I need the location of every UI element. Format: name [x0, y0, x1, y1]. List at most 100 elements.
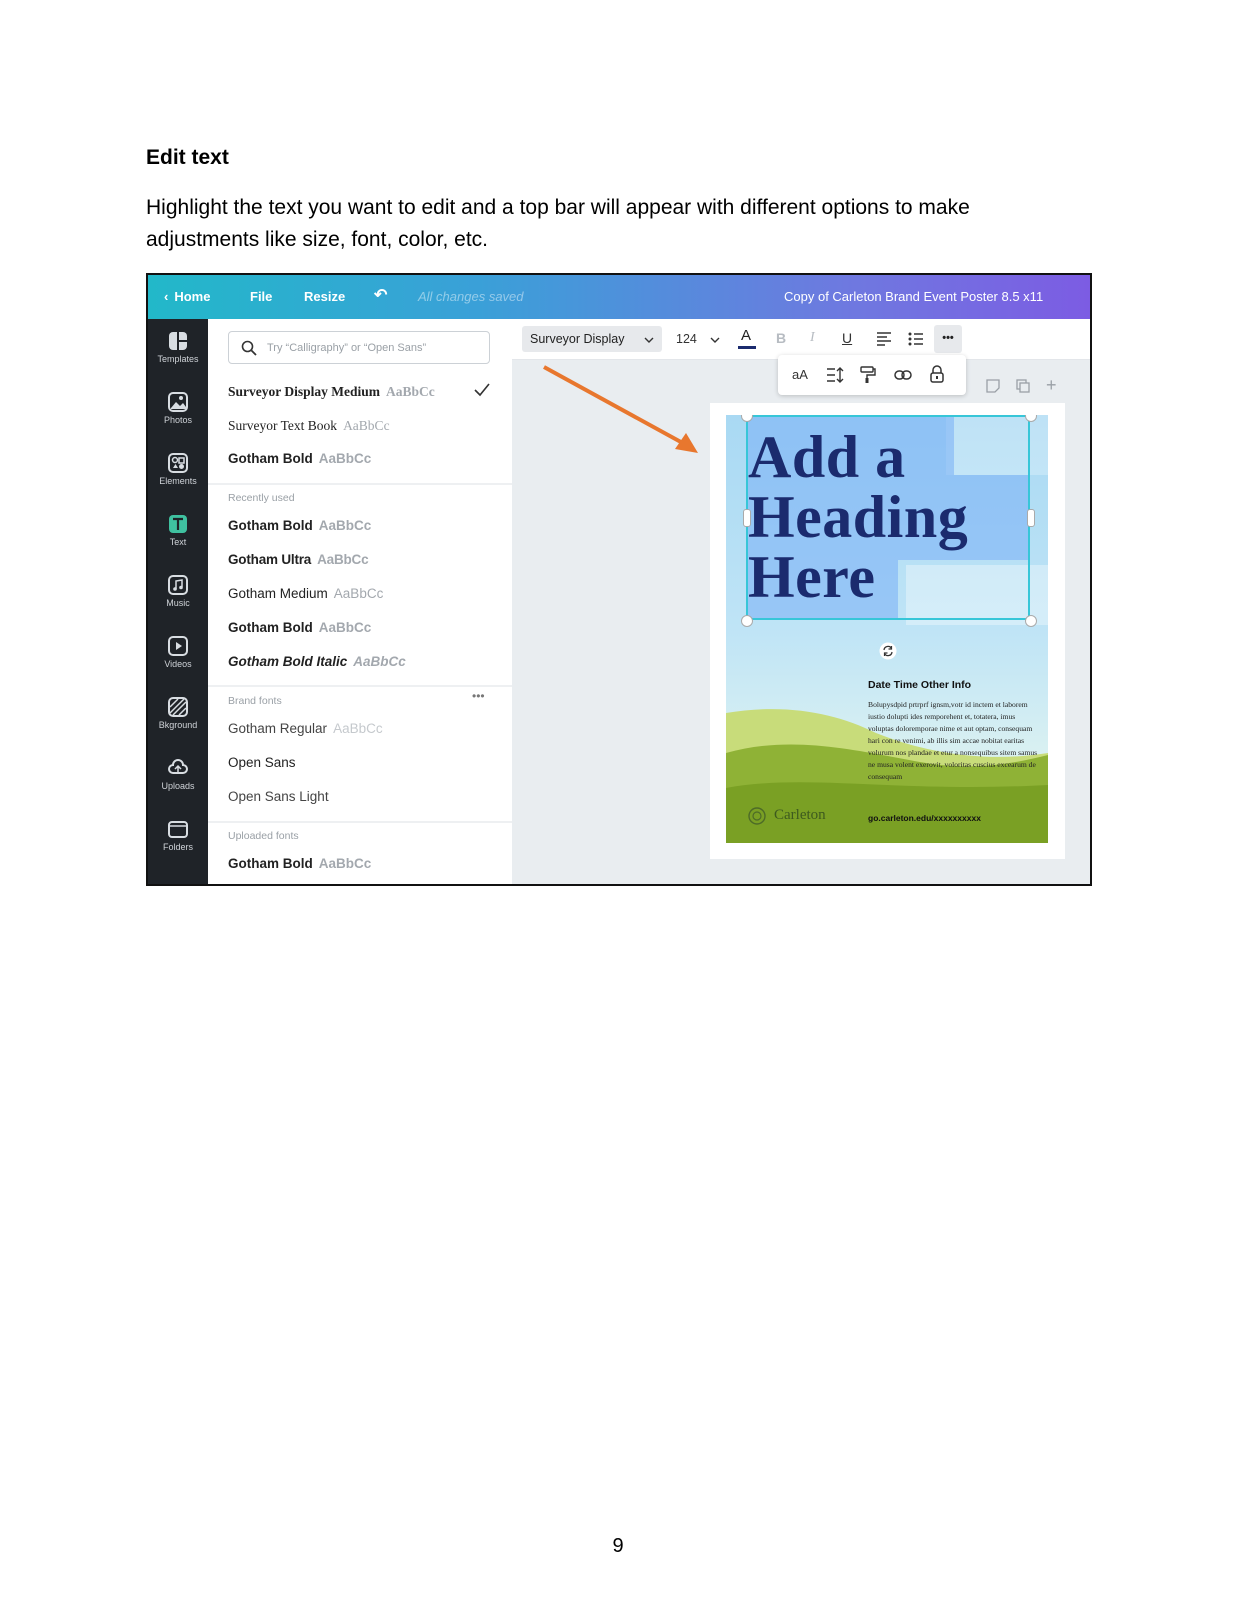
- align-left-icon[interactable]: [876, 332, 892, 346]
- nav-music[interactable]: Music: [148, 575, 208, 608]
- nav-photos[interactable]: Photos: [148, 392, 208, 425]
- side-nav: Templates Photos Elements Text Music Vid…: [148, 319, 208, 884]
- rotate-icon[interactable]: [879, 642, 897, 660]
- font-search-input[interactable]: Try “Calligraphy” or “Open Sans”: [228, 331, 490, 364]
- note-icon[interactable]: [986, 379, 1000, 393]
- nav-label: Bkground: [158, 720, 198, 730]
- file-menu[interactable]: File: [250, 289, 272, 304]
- font-name: Gotham Bold: [228, 856, 313, 871]
- font-item[interactable]: Gotham Bold AaBbCc: [228, 518, 371, 533]
- poster-url[interactable]: go.carleton.edu/xxxxxxxxxx: [868, 813, 981, 823]
- chevron-down-icon: [644, 337, 654, 343]
- text-icon: [169, 515, 187, 533]
- font-sample: AaBbCc: [318, 856, 372, 871]
- side-handle[interactable]: [743, 509, 751, 527]
- font-item[interactable]: Surveyor Display Medium AaBbCc: [228, 384, 435, 400]
- font-name: Surveyor Text Book: [228, 418, 338, 433]
- link-icon[interactable]: [894, 369, 912, 381]
- side-handle[interactable]: [1027, 509, 1035, 527]
- page-number: 9: [612, 1535, 624, 1557]
- carleton-logo-text: Carleton: [774, 807, 826, 823]
- font-item[interactable]: Gotham Regular AaBbCc: [228, 721, 383, 736]
- doc-heading: Edit text: [146, 146, 229, 169]
- recently-used-heading: Recently used: [228, 492, 295, 504]
- chevron-down-icon: [710, 337, 720, 343]
- more-options-icon[interactable]: •••: [472, 689, 485, 703]
- body-copy[interactable]: Bolupysdpid prtrprf ignsm,votr id inctem…: [868, 699, 1038, 783]
- font-name: Gotham Bold: [228, 451, 313, 466]
- poster-page: Add a Heading Here Date Time Other Info …: [710, 403, 1065, 859]
- font-item[interactable]: Surveyor Text Book AaBbCc: [228, 418, 390, 434]
- font-sample: AaBbCc: [333, 721, 383, 736]
- doc-paragraph: Highlight the text you want to edit and …: [146, 196, 970, 251]
- bold-button[interactable]: B: [776, 330, 786, 346]
- underline-button[interactable]: U: [842, 330, 852, 346]
- carleton-seal-icon: [748, 807, 766, 825]
- checkmark-icon: [474, 383, 490, 397]
- divider: [208, 483, 512, 485]
- font-sample: AaBbCc: [333, 586, 384, 601]
- document-title[interactable]: Copy of Carleton Brand Event Poster 8.5 …: [784, 289, 1043, 304]
- nav-elements[interactable]: Elements: [148, 453, 208, 486]
- background-icon: [168, 697, 188, 717]
- date-time-text[interactable]: Date Time Other Info: [868, 679, 971, 691]
- divider: [208, 685, 512, 687]
- font-name: Open Sans: [228, 755, 296, 770]
- add-page-icon[interactable]: +: [1046, 375, 1057, 396]
- videos-icon: [168, 636, 188, 656]
- resize-button[interactable]: Resize: [304, 289, 345, 304]
- text-color-icon: A: [741, 327, 752, 344]
- resize-handle[interactable]: [741, 615, 753, 627]
- text-selection-box[interactable]: [746, 415, 1030, 620]
- duplicate-icon[interactable]: [1016, 379, 1030, 393]
- nav-label: Videos: [164, 659, 192, 669]
- font-item[interactable]: Open Sans: [228, 755, 296, 770]
- list-icon[interactable]: [908, 332, 924, 346]
- nav-videos[interactable]: Videos: [148, 636, 208, 669]
- music-icon: [168, 575, 188, 595]
- more-button[interactable]: •••: [934, 325, 962, 353]
- text-case-button[interactable]: aA: [792, 367, 808, 382]
- nav-uploads[interactable]: Uploads: [148, 758, 208, 791]
- spacing-icon[interactable]: [826, 367, 844, 383]
- folders-icon: [168, 821, 188, 838]
- font-item[interactable]: Gotham Medium AaBbCc: [228, 586, 383, 601]
- search-icon: [241, 340, 257, 356]
- resize-handle[interactable]: [1025, 615, 1037, 627]
- chevron-left-icon: ‹: [164, 289, 169, 304]
- nav-background[interactable]: Bkground: [148, 697, 208, 730]
- nav-label: Uploads: [161, 781, 195, 791]
- font-name: Open Sans Light: [228, 789, 329, 804]
- uploads-icon: [168, 759, 188, 774]
- text-toolbar: Surveyor Display 124 A B I U •••: [512, 319, 1090, 360]
- font-item[interactable]: Gotham Bold AaBbCc: [228, 856, 371, 871]
- nav-label: Text: [169, 537, 187, 547]
- photos-icon: [168, 392, 188, 412]
- paint-roller-icon[interactable]: [860, 366, 876, 384]
- nav-templates[interactable]: Templates: [148, 331, 208, 364]
- uploaded-fonts-heading: Uploaded fonts: [228, 830, 299, 842]
- italic-button[interactable]: I: [810, 330, 815, 346]
- nav-label: Elements: [159, 476, 197, 486]
- font-item[interactable]: Gotham Ultra AaBbCc: [228, 552, 369, 567]
- lock-icon[interactable]: [930, 365, 944, 383]
- home-button[interactable]: ‹ Home: [164, 289, 210, 304]
- font-family-dropdown[interactable]: Surveyor Display: [522, 326, 662, 352]
- nav-text[interactable]: Text: [148, 514, 208, 547]
- brand-fonts-heading: Brand fonts: [228, 695, 282, 707]
- font-item[interactable]: Gotham Bold AaBbCc: [228, 451, 371, 466]
- undo-icon[interactable]: ↶: [374, 285, 387, 305]
- font-size-dropdown[interactable]: 124: [676, 332, 720, 346]
- font-sample: AaBbCc: [386, 384, 435, 399]
- font-name: Surveyor Display Medium: [228, 384, 381, 399]
- font-name: Gotham Bold: [228, 518, 313, 533]
- home-label: Home: [174, 289, 211, 304]
- text-color-swatch: [738, 346, 756, 349]
- nav-folders[interactable]: Folders: [148, 819, 208, 852]
- font-item[interactable]: Gotham Bold AaBbCc: [228, 620, 371, 635]
- font-item[interactable]: Open Sans Light: [228, 789, 329, 804]
- text-color-button[interactable]: A: [738, 327, 756, 349]
- font-item[interactable]: Gotham Bold Italic AaBbCc: [228, 654, 406, 669]
- font-sample: AaBbCc: [318, 518, 372, 533]
- font-size-value: 124: [676, 332, 697, 346]
